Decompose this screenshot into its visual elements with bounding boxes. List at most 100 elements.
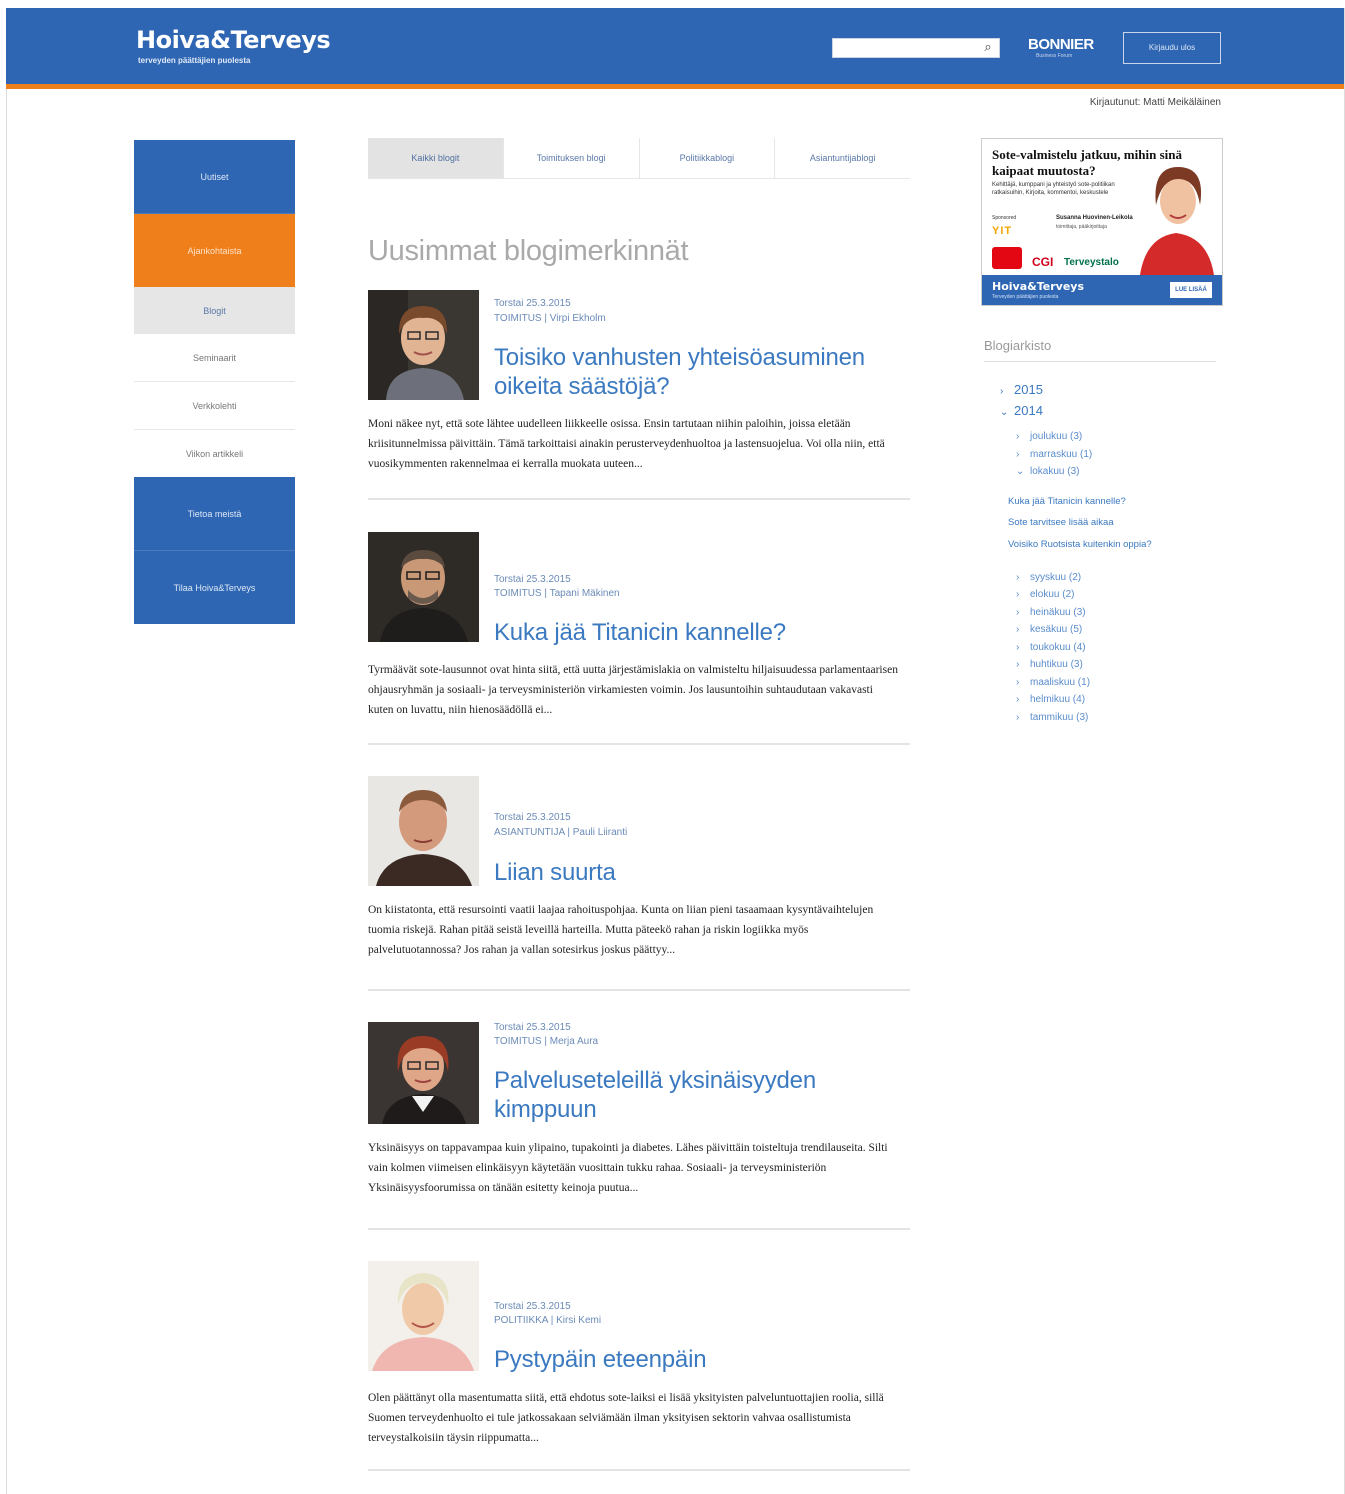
post-category[interactable]: POLITIIKKA | Kirsi Kemi <box>494 1315 601 1326</box>
logged-in-user: Kirjautunut: Matti Meikäläinen <box>1089 97 1221 108</box>
post-title[interactable]: Pystypäin eteenpäin <box>494 1345 904 1374</box>
archive-year-label: 2014 <box>1014 403 1043 418</box>
author-photo[interactable] <box>368 290 479 400</box>
post-excerpt: Yksinäisyys on tappavampaa kuin ylipaino… <box>368 1142 888 1194</box>
post-category[interactable]: TOIMITUS | Tapani Mäkinen <box>494 588 620 599</box>
post-divider <box>368 1228 910 1230</box>
post-title[interactable]: Liian suurta <box>494 858 904 887</box>
archive-year-label: 2015 <box>1014 382 1043 397</box>
left-nav: Uutiset Ajankohtaista Blogit Seminaarit … <box>134 140 295 624</box>
blog-tabs: Kaikki blogit Toimituksen blogi Politiik… <box>368 138 910 179</box>
partner-logo-sub: Business Forum <box>1036 53 1073 59</box>
post-divider <box>368 989 910 991</box>
archive-month[interactable]: ⌄ lokakuu (3) <box>1016 466 1079 477</box>
post-excerpt: Moni näkee nyt, että sote lähtee uudelle… <box>368 418 885 470</box>
archive-month-label: toukokuu (4) <box>1030 642 1086 653</box>
nav-item-tietoa-meista[interactable]: Tietoa meistä <box>134 477 295 551</box>
archive-month-label: huhtikuu (3) <box>1030 659 1083 670</box>
archive-year-2015[interactable]: › 2015 <box>1000 382 1043 397</box>
archive-month[interactable]: › syyskuu (2) <box>1016 572 1081 583</box>
tab-toimituksen-blogi[interactable]: Toimituksen blogi <box>504 138 640 178</box>
search-icon[interactable]: ⌕ <box>981 40 995 54</box>
archive-month-label: joulukuu (3) <box>1030 431 1083 442</box>
post-excerpt: On kiistatonta, että resursointi vaatii … <box>368 904 874 956</box>
chevron-right-icon: › <box>1016 694 1020 705</box>
ad-cgi-logo: CGI <box>1032 255 1054 269</box>
chevron-right-icon: › <box>1016 659 1020 670</box>
author-photo[interactable] <box>368 1022 479 1132</box>
archive-month[interactable]: › marraskuu (1) <box>1016 449 1092 460</box>
nav-item-ajankohtaista[interactable]: Ajankohtaista <box>134 214 295 287</box>
ad-title: Sote-valmistelu jatkuu, mihin sinä kaipa… <box>992 147 1182 178</box>
nav-item-verkkolehti[interactable]: Verkkolehti <box>134 382 295 430</box>
archive-month-label: elokuu (2) <box>1030 589 1075 600</box>
archive-post-link[interactable]: Kuka jää Titanicin kannelle? <box>1008 496 1126 507</box>
archive-month-label: syyskuu (2) <box>1030 572 1082 583</box>
archive-month-label: helmikuu (4) <box>1030 694 1086 705</box>
author-photo[interactable] <box>368 1261 479 1371</box>
ad-yit-logo: YIT <box>992 225 1013 237</box>
site-logo[interactable]: Hoiva&Terveys <box>136 26 331 54</box>
chevron-right-icon: › <box>1016 572 1020 583</box>
nav-item-viikon-artikkeli[interactable]: Viikon artikkeli <box>134 430 295 477</box>
archive-month-label: tammikuu (3) <box>1030 712 1089 723</box>
chevron-down-icon: ⌄ <box>1000 407 1009 418</box>
post-excerpt: Olen päättänyt olla masentumatta siitä, … <box>368 1392 884 1444</box>
post-divider <box>368 743 910 745</box>
archive-month[interactable]: › joulukuu (3) <box>1016 431 1082 442</box>
post-title[interactable]: Palveluseteleillä yksinäisyyden kimppuun <box>494 1066 904 1124</box>
post-divider <box>368 498 910 500</box>
archive-month-label: kesäkuu (5) <box>1030 624 1083 635</box>
site-header: Hoiva&Terveys terveyden päättäjien puole… <box>6 8 1344 89</box>
chevron-right-icon: › <box>1016 624 1020 635</box>
tab-kaikki-blogit[interactable]: Kaikki blogit <box>368 138 504 178</box>
nav-item-uutiset[interactable]: Uutiset <box>134 140 295 214</box>
post-date: Torstai 25.3.2015 <box>494 574 571 585</box>
post-category[interactable]: TOIMITUS | Virpi Ekholm <box>494 313 606 324</box>
tab-politiikkablogi[interactable]: Politiikkablogi <box>640 138 776 178</box>
chevron-right-icon: › <box>1016 431 1020 442</box>
archive-month[interactable]: › maaliskuu (1) <box>1016 677 1090 688</box>
partner-logo[interactable]: BONNIER <box>1028 36 1094 53</box>
archive-month[interactable]: › toukokuu (4) <box>1016 642 1086 653</box>
archive-month[interactable]: › huhtikuu (3) <box>1016 659 1083 670</box>
post-title[interactable]: Kuka jää Titanicin kannelle? <box>494 618 904 647</box>
post-title[interactable]: Toisiko vanhusten yhteisöasuminen oikeit… <box>494 343 904 401</box>
post-divider <box>368 1469 910 1471</box>
page-title: Uusimmat blogimerkinnät <box>368 235 689 268</box>
post-category[interactable]: TOIMITUS | Merja Aura <box>494 1036 598 1047</box>
ad-cta-button[interactable]: LUE LISÄÄ <box>1170 282 1212 298</box>
archive-month[interactable]: › elokuu (2) <box>1016 589 1074 600</box>
archive-month[interactable]: › heinäkuu (3) <box>1016 607 1086 618</box>
archive-month-label: heinäkuu (3) <box>1030 607 1086 618</box>
post-category[interactable]: ASIANTUNTIJA | Pauli Liiranti <box>494 827 627 838</box>
archive-month[interactable]: › tammikuu (3) <box>1016 712 1088 723</box>
archive-month[interactable]: › kesäkuu (5) <box>1016 624 1082 635</box>
chevron-right-icon: › <box>1016 712 1020 723</box>
archive-month-label: lokakuu (3) <box>1030 466 1080 477</box>
search-input[interactable]: ⌕ <box>832 38 1000 58</box>
post-excerpt: Tyrmäävät sote-lausunnot ovat hinta siit… <box>368 664 898 716</box>
ad-terveystalo-logo: Terveystalo <box>1064 257 1119 268</box>
archive-post-link[interactable]: Sote tarvitsee lisää aikaa <box>1008 517 1114 528</box>
nav-item-seminaarit[interactable]: Seminaarit <box>134 334 295 382</box>
site-logo-tagline: terveyden päättäjien puolesta <box>138 56 251 65</box>
logout-button[interactable]: Kirjaudu ulos <box>1123 32 1221 64</box>
archive-post-link[interactable]: Voisiko Ruotsista kuitenkin oppia? <box>1008 539 1152 550</box>
archive-month[interactable]: › helmikuu (4) <box>1016 694 1085 705</box>
ad-brand-sub: Terveyden päättäjien puolesta <box>992 294 1059 300</box>
author-photo[interactable] <box>368 776 479 886</box>
post-date: Torstai 25.3.2015 <box>494 1022 571 1033</box>
post-date: Torstai 25.3.2015 <box>494 298 571 309</box>
archive-year-2014[interactable]: ⌄ 2014 <box>1000 403 1043 418</box>
chevron-right-icon: › <box>1016 642 1020 653</box>
tab-asiantuntijablogi[interactable]: Asiantuntijablogi <box>775 138 910 178</box>
chevron-right-icon: › <box>1000 386 1004 397</box>
chevron-right-icon: › <box>1016 449 1020 460</box>
nav-item-blogit[interactable]: Blogit <box>134 287 295 334</box>
nav-item-tilaa[interactable]: Tilaa Hoiva&Terveys <box>134 551 295 624</box>
ad-footer-bar: Hoiva&Terveys Terveyden päättäjien puole… <box>982 275 1222 305</box>
ad-banner[interactable]: Sote-valmistelu jatkuu, mihin sinä kaipa… <box>981 138 1223 306</box>
ad-description: Kehittäjä, kumppani ja yhteistyö sote-po… <box>992 182 1115 196</box>
author-photo[interactable] <box>368 532 479 642</box>
